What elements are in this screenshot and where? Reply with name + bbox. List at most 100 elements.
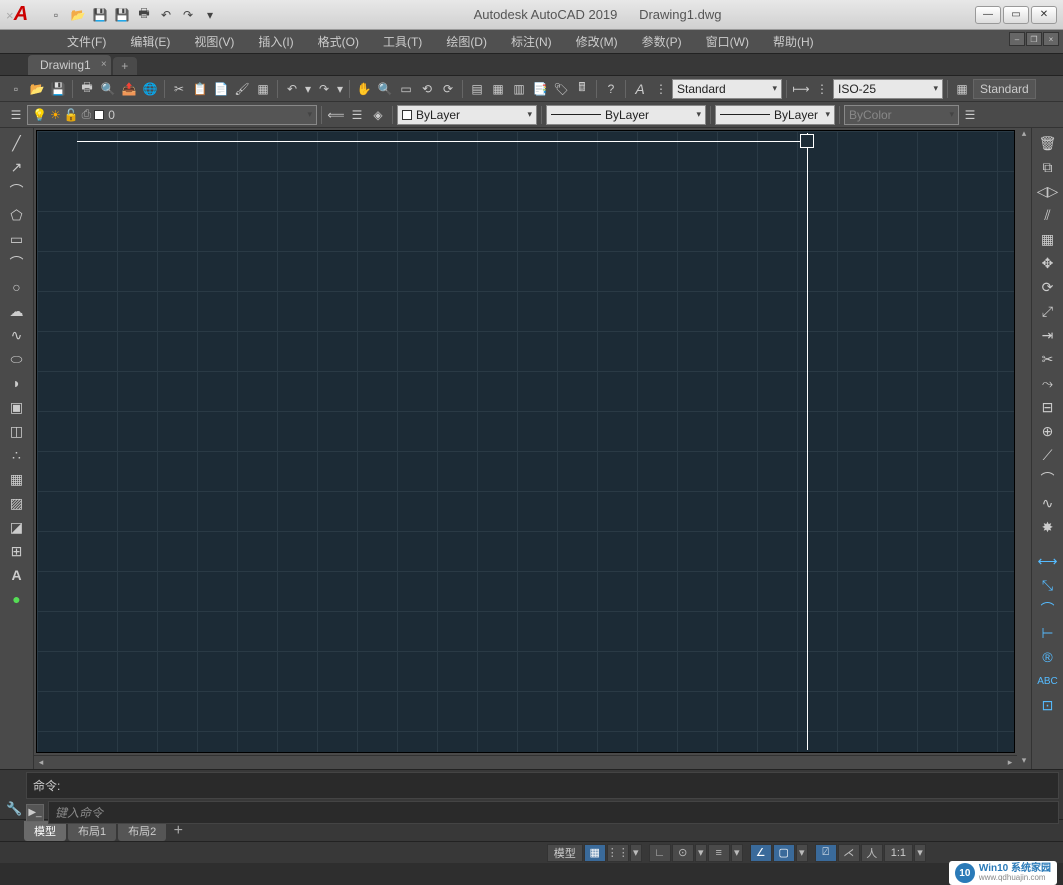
close-button[interactable]: ✕ — [1031, 6, 1057, 24]
undo-drop-icon[interactable]: ▾ — [303, 79, 313, 99]
pline-tool[interactable]: ⌒ — [6, 180, 28, 202]
scroll-right-icon[interactable]: ▸ — [1003, 756, 1017, 769]
dim-ord-tool[interactable]: ⊢ — [1037, 622, 1059, 644]
textstyle-mgr-icon[interactable]: ⋮ — [651, 79, 671, 99]
layer-dropdown[interactable]: 💡 ☀ 🔓 ⎙ 0 — [27, 105, 317, 125]
blend-tool[interactable]: ∿ — [1037, 492, 1059, 514]
point-tool[interactable]: ∴ — [6, 444, 28, 466]
sb-anno-icon[interactable]: ⋌ — [838, 844, 860, 862]
paste-icon[interactable]: 📄 — [211, 79, 231, 99]
mtext-tool[interactable]: A — [6, 564, 28, 586]
cmd-prompt-icon[interactable]: ▶_ — [26, 804, 44, 822]
new-doc-tab-button[interactable]: + — [113, 57, 137, 75]
trim-tool[interactable]: ✂ — [1037, 348, 1059, 370]
circle-tool[interactable]: ○ — [6, 276, 28, 298]
qat-new-icon[interactable]: ▫ — [46, 5, 66, 25]
sb-snap-icon[interactable]: ⋮⋮ — [607, 844, 629, 862]
explode-tool[interactable]: ✸ — [1037, 516, 1059, 538]
sb-otrack-icon[interactable]: ∠ — [750, 844, 772, 862]
sb-scale-value[interactable]: 1:1 — [884, 844, 913, 862]
stretch-tool[interactable]: ⇥ — [1037, 324, 1059, 346]
dimstyle-icon[interactable]: ⟼ — [791, 79, 811, 99]
menu-window[interactable]: 窗口(W) — [694, 30, 761, 53]
ellipsearc-tool[interactable]: ◗ — [6, 372, 28, 394]
menu-parametric[interactable]: 参数(P) — [630, 30, 694, 53]
tablestyle-icon[interactable]: ▦ — [952, 79, 972, 99]
layer-state-icon[interactable]: ☰ — [347, 105, 367, 125]
open-icon[interactable]: 📂 — [27, 79, 47, 99]
plotstyle-mgr-icon[interactable]: ☰ — [960, 105, 980, 125]
cmd-close-icon[interactable]: × — [6, 8, 14, 23]
revcloud-tool[interactable]: ☁ — [6, 300, 28, 322]
command-history[interactable]: 命令: — [26, 772, 1059, 799]
sb-snap-drop-icon[interactable]: ▾ — [630, 844, 642, 862]
maximize-button[interactable]: ▭ — [1003, 6, 1029, 24]
qat-redo-icon[interactable]: ↷ — [178, 5, 198, 25]
menu-view[interactable]: 视图(V) — [182, 30, 246, 53]
publish-icon[interactable]: 📤 — [119, 79, 139, 99]
marker-icon[interactable]: 🏷 — [551, 79, 571, 99]
array-tool[interactable]: ▦ — [1037, 228, 1059, 250]
new-icon[interactable]: ▫ — [6, 79, 26, 99]
dim-aligned-tool[interactable]: ⤡ — [1037, 574, 1059, 596]
color-dropdown[interactable]: ByLayer — [397, 105, 537, 125]
sb-model-label[interactable]: 模型 — [547, 844, 583, 862]
vertical-scrollbar[interactable]: ▴ ▾ — [1017, 128, 1031, 769]
scale-tool[interactable]: ⤢ — [1037, 300, 1059, 322]
sb-ortho-icon[interactable]: ∟ — [649, 844, 671, 862]
menu-help[interactable]: 帮助(H) — [761, 30, 826, 53]
sb-scale-drop-icon[interactable]: ▾ — [914, 844, 926, 862]
sb-polar-icon[interactable]: ⊙ — [672, 844, 694, 862]
ellipse-tool[interactable]: ⬭ — [6, 348, 28, 370]
cut-icon[interactable]: ✂ — [169, 79, 189, 99]
mirror-tool[interactable]: ◁▷ — [1037, 180, 1059, 202]
dim-linear-tool[interactable]: ⟷ — [1037, 550, 1059, 572]
linetype-dropdown[interactable]: ByLayer — [546, 105, 706, 125]
sb-anno2-icon[interactable]: 人 — [861, 844, 883, 862]
scroll-down-icon[interactable]: ▾ — [1017, 755, 1031, 769]
sheet-icon[interactable]: 📑 — [530, 79, 550, 99]
sb-osnap-drop-icon[interactable]: ▾ — [796, 844, 808, 862]
plotstyle-dropdown[interactable]: ByColor — [844, 105, 959, 125]
block-tool[interactable]: ◫ — [6, 420, 28, 442]
doc-tab-drawing1[interactable]: Drawing1 × — [28, 55, 111, 75]
sb-osnap-icon[interactable]: ▢ — [773, 844, 795, 862]
minimize-button[interactable]: — — [975, 6, 1001, 24]
polygon-tool[interactable]: ⬠ — [6, 204, 28, 226]
move-tool[interactable]: ✥ — [1037, 252, 1059, 274]
layer-iso-icon[interactable]: ◈ — [368, 105, 388, 125]
undo-icon[interactable]: ↶ — [282, 79, 302, 99]
qat-open-icon[interactable]: 📂 — [68, 5, 88, 25]
cmd-customize-icon[interactable]: 🔧 — [6, 801, 22, 817]
table-tool[interactable]: ⊞ — [6, 540, 28, 562]
mdi-close-button[interactable]: × — [1043, 32, 1059, 46]
drawing-canvas[interactable] — [36, 130, 1015, 753]
chamfer-tool[interactable]: ⟋ — [1037, 444, 1059, 466]
region-tool[interactable]: ◪ — [6, 516, 28, 538]
help-icon[interactable]: ? — [601, 79, 621, 99]
menu-draw[interactable]: 绘图(D) — [434, 30, 499, 53]
erase-tool[interactable]: 🗑 — [1037, 132, 1059, 154]
mdi-minimize-button[interactable]: – — [1009, 32, 1025, 46]
text-style-dropdown[interactable]: Standard — [672, 79, 782, 99]
design-icon[interactable]: ▦ — [488, 79, 508, 99]
break-tool[interactable]: ⊟ — [1037, 396, 1059, 418]
scroll-up-icon[interactable]: ▴ — [1017, 128, 1031, 142]
layer-mgr-icon[interactable]: ☰ — [6, 105, 26, 125]
qat-dropdown-icon[interactable]: ▾ — [200, 5, 220, 25]
command-input[interactable]: 键入命令 — [48, 801, 1059, 824]
spline-tool[interactable]: ∿ — [6, 324, 28, 346]
dim-tol-tool[interactable]: ⊡ — [1037, 694, 1059, 716]
textstyle-icon[interactable]: A — [630, 79, 650, 99]
dim-text-tool[interactable]: ABC — [1037, 670, 1059, 692]
sb-polar-drop-icon[interactable]: ▾ — [695, 844, 707, 862]
menu-dimension[interactable]: 标注(N) — [499, 30, 564, 53]
dim-arc-tool[interactable]: ⌒ — [1037, 598, 1059, 620]
menu-modify[interactable]: 修改(M) — [564, 30, 630, 53]
zoomwin-icon[interactable]: ▭ — [396, 79, 416, 99]
table-style-label[interactable]: Standard — [973, 79, 1036, 99]
dim-style-dropdown[interactable]: ISO-25 — [833, 79, 943, 99]
doc-tab-close-icon[interactable]: × — [101, 59, 107, 70]
layer-prev-icon[interactable]: ⟸ — [326, 105, 346, 125]
dim-radius-tool[interactable]: ® — [1037, 646, 1059, 668]
